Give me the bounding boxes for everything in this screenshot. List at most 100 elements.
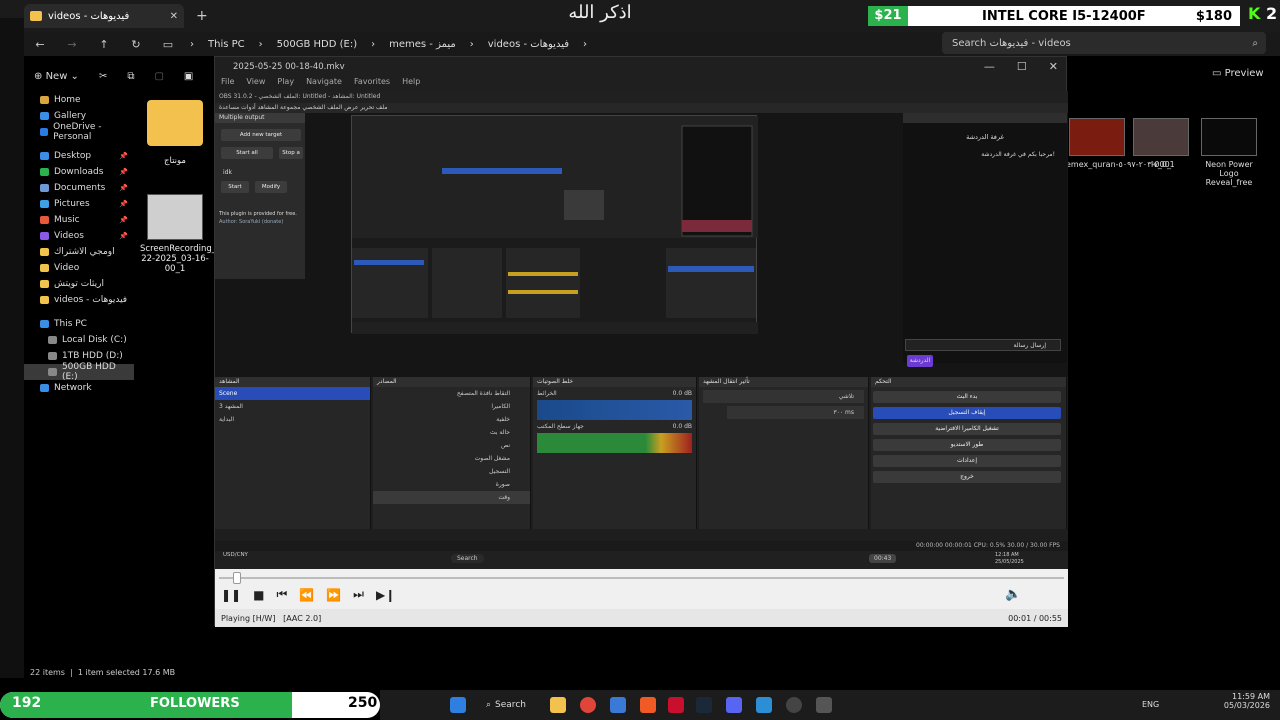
file-item[interactable]: lv_0_ [1130,118,1192,169]
sidebar-label: Network [54,383,92,393]
breadcrumb[interactable]: › This PC › 500GB HDD (E:) › memes - ميم… [190,39,587,50]
rewind-icon[interactable]: ⏪ [299,588,314,602]
next-icon[interactable]: ⏭ [353,587,364,602]
system-clock[interactable]: 11:59 AM 05/03/2026 [1224,692,1270,710]
sidebar-item-folder[interactable]: Video [24,260,134,276]
explorer-tab[interactable]: videos - فيديوهات ✕ [24,4,184,28]
menu-file[interactable]: File [221,77,234,91]
chat-send-label: إرسال رسالة [1013,342,1046,349]
cpu-price: $180 [1195,8,1232,24]
start-icon[interactable] [450,697,466,713]
store-icon[interactable] [610,697,626,713]
sidebar-item-onedrive[interactable]: OneDrive - Personal [24,122,134,142]
forward-icon[interactable]: ⏩ [326,588,341,602]
sidebar-item-pictures[interactable]: Pictures 📌 [24,196,134,212]
close-icon[interactable]: ✕ [1049,60,1058,73]
desktop-icon [40,152,49,160]
transitions-dock: تأثير انتقال المشهد تلاشي ٣٠٠ ms [699,377,869,529]
cut-icon[interactable]: ✂ [99,71,107,82]
file-item[interactable]: Neon Power Logo Reveal_free [1198,118,1260,187]
media-player-icon[interactable] [816,697,832,713]
preview-button[interactable]: ▭ Preview [1212,68,1264,79]
new-tab-button[interactable]: + [196,8,208,24]
language-indicator[interactable]: ENG [1142,700,1159,709]
breadcrumb-item[interactable]: This PC [208,39,245,50]
file-item[interactable]: emex_quran-٢٠٣-٥٠٩٧-0001 [1066,118,1175,169]
new-button[interactable]: ⊕ New ⌄ [34,71,79,82]
menu-help[interactable]: Help [402,77,420,91]
copy-icon[interactable]: ⧉ [127,71,134,82]
sidebar-item-music[interactable]: Music 📌 [24,212,134,228]
sidebar-item-home[interactable]: Home [24,92,134,108]
file-name: Neon Power Logo Reveal_free [1205,160,1253,187]
sidebar-item-thispc[interactable]: This PC [24,316,134,332]
chrome-icon[interactable] [580,697,596,713]
breadcrumb-item[interactable]: memes - ميمز [389,39,456,50]
breadcrumb-item[interactable]: videos - فيديوهات [488,39,569,50]
previous-icon[interactable]: ⏮ [276,587,287,602]
transition-select: تلاشي [703,390,864,403]
menu-play[interactable]: Play [277,77,294,91]
pin-icon: 📌 [119,184,128,192]
seek-bar[interactable] [219,577,1064,579]
followers-count: 192 [12,695,42,711]
sidebar-item-drive-e[interactable]: 500GB HDD (E:) [24,362,134,382]
up-icon[interactable]: ↑ [88,38,120,51]
sidebar-item-desktop[interactable]: Desktop 📌 [24,148,134,164]
source-item: خلفية [496,416,510,423]
vscode-icon[interactable] [756,697,772,713]
file-explorer-icon[interactable] [550,697,566,713]
discord-icon[interactable] [726,697,742,713]
close-tab-icon[interactable]: ✕ [170,11,178,22]
cloud-icon [40,128,49,136]
sidebar-item-documents[interactable]: Documents 📌 [24,180,134,196]
source-item: وقت [373,491,530,504]
breadcrumb-item[interactable]: 500GB HDD (E:) [277,39,357,50]
sidebar-item-folder[interactable]: videos - فيديوهات [24,292,134,308]
folder-icon [40,296,49,304]
sidebar-item-videos[interactable]: Videos 📌 [24,228,134,244]
stop-icon[interactable]: ■ [253,588,264,602]
paste-icon[interactable]: ▢ [154,71,163,82]
sidebar-item-drive-c[interactable]: Local Disk (C:) [24,332,134,348]
multi-output-panel: Multiple output Add new target Start all… [215,113,305,279]
followers-goal-bar: 192 FOLLOWERS 250 [0,692,380,718]
preview-label: Preview [1224,68,1264,79]
pc-icon[interactable]: ▭ [152,38,184,51]
sidebar-label: Music [54,215,80,225]
mixer-dock: خلط الصوتيات الخرائط 0.0 dB جهاز سطح المك… [533,377,697,529]
seek-thumb[interactable] [233,572,241,584]
sidebar-label: Home [54,95,81,105]
explorer-statusbar: 22 items | 1 item selected 17.6 MB [30,668,176,677]
brave-icon[interactable] [640,697,656,713]
maximize-icon[interactable]: ☐ [1017,60,1027,73]
document-icon [40,184,49,192]
file-item-recording[interactable]: ScreenRecording_07-22-2025_03-16-00_1 [140,194,230,274]
frame-step-icon[interactable]: ▶❙ [376,588,395,602]
obs-icon[interactable] [786,697,802,713]
back-icon[interactable]: ← [24,38,56,51]
pause-icon[interactable]: ❚❚ [221,588,241,602]
file-item-folder[interactable]: مونتاج [140,100,210,166]
menu-favorites[interactable]: Favorites [354,77,390,91]
adobe-icon[interactable] [668,697,684,713]
sidebar-item-folder[interactable]: اريثات تويتش [24,276,134,292]
sidebar-item-folder[interactable]: اومجي الاشتراك [24,244,134,260]
recorded-time: 12:18 AM [995,552,1019,558]
video-thumbnail [1069,118,1125,156]
taskbar-search[interactable]: ⌕ Search [486,696,532,714]
steam-icon[interactable] [696,697,712,713]
refresh-icon[interactable]: ↻ [120,38,152,51]
minimize-icon[interactable]: — [984,60,995,73]
menu-view[interactable]: View [246,77,265,91]
forward-icon[interactable]: → [56,38,88,51]
video-frame[interactable]: OBS 31.0.2 - الملف الشخصي: Untitled - ال… [215,91,1068,569]
sidebar-item-downloads[interactable]: Downloads 📌 [24,164,134,180]
kick-logo: K 2 [1248,4,1280,28]
menu-navigate[interactable]: Navigate [306,77,342,91]
sidebar-item-network[interactable]: Network [24,380,134,396]
source-item: التسجيل [489,468,510,475]
search-input[interactable]: Search فيديوهات - videos ⌕ [942,32,1266,54]
volume-icon[interactable]: 🔈 [1005,587,1021,602]
rename-icon[interactable]: ▣ [184,71,193,82]
